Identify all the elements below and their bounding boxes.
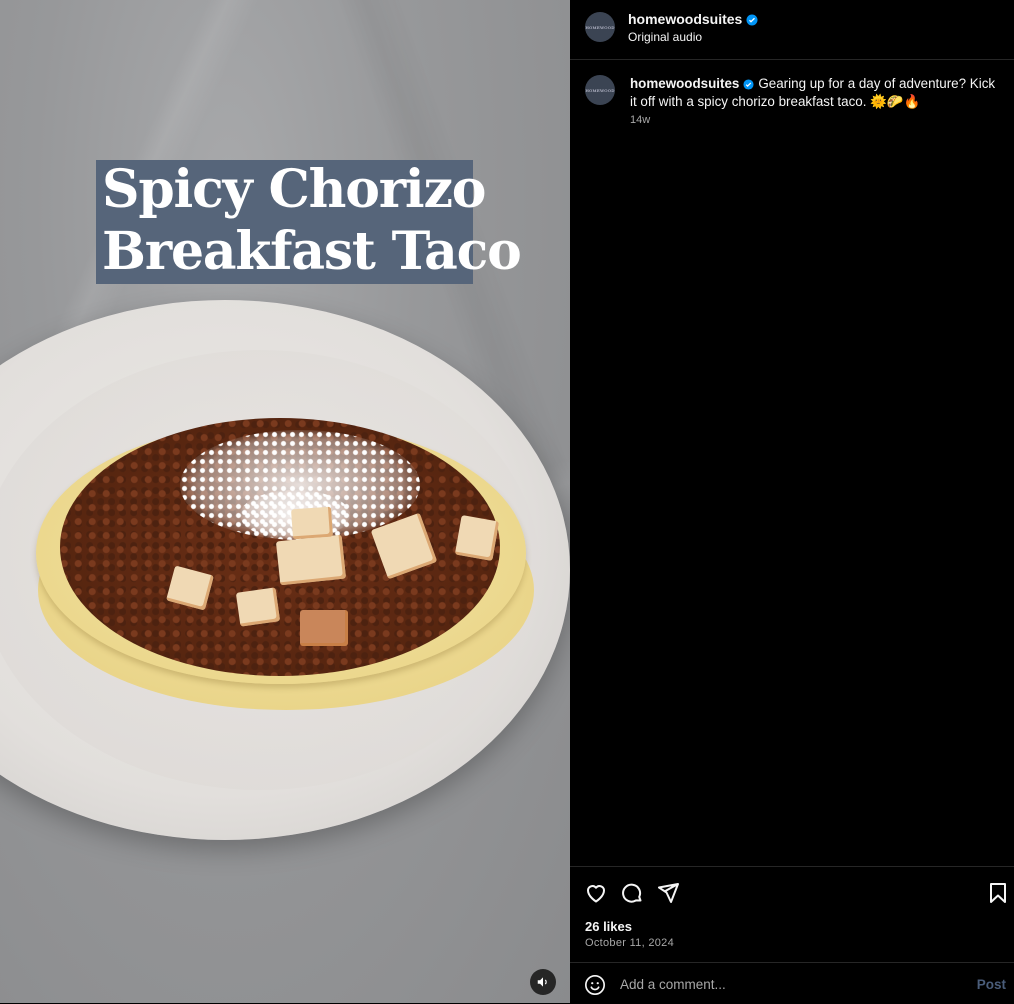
action-bar: 26 likes October 11, 2024: [570, 866, 1014, 963]
volume-button[interactable]: [530, 969, 556, 995]
video-title-line-1: Spicy Chorizo: [102, 159, 486, 220]
verified-badge-icon: [743, 79, 754, 90]
caption-avatar[interactable]: HOMEWOOD: [585, 75, 615, 105]
avatar[interactable]: HOMEWOOD: [585, 12, 615, 42]
egg-piece: [235, 587, 281, 627]
speaker-icon: [537, 977, 547, 987]
caption-timestamp[interactable]: 14w: [630, 114, 650, 126]
egg-piece: [291, 506, 333, 540]
post-comment-button[interactable]: Post: [977, 977, 1006, 992]
egg-piece: [300, 610, 348, 646]
egg-piece: [454, 515, 500, 561]
emoji-icon[interactable]: [584, 974, 606, 996]
egg-piece: [275, 534, 347, 586]
post-date: October 11, 2024: [585, 937, 674, 949]
avatar-logo-text: HOMEWOOD: [585, 87, 615, 93]
verified-badge-icon: [746, 14, 758, 26]
header-username-row: homewoodsuites: [628, 11, 758, 29]
audio-label[interactable]: Original audio: [628, 30, 702, 44]
caption: homewoodsuites Gearing up for a day of a…: [630, 75, 1000, 110]
video-title-overlay: Spicy Chorizo Breakfast Taco: [96, 159, 522, 284]
bookmark-icon[interactable]: [986, 881, 1010, 905]
header-username[interactable]: homewoodsuites: [628, 11, 742, 27]
post-media[interactable]: Spicy Chorizo Breakfast Taco: [0, 0, 570, 1003]
post-viewer: Spicy Chorizo Breakfast Taco HOMEWOOD ho…: [0, 0, 1014, 1003]
comment-bar: Add a comment... Post: [570, 962, 1014, 1004]
comment-icon[interactable]: [620, 881, 644, 905]
likes-count[interactable]: 26 likes: [585, 919, 632, 934]
caption-username[interactable]: homewoodsuites: [630, 76, 739, 91]
heart-icon[interactable]: [584, 881, 608, 905]
share-icon[interactable]: [656, 881, 680, 905]
comment-input[interactable]: Add a comment...: [620, 977, 726, 992]
avatar-logo-text: HOMEWOOD: [585, 24, 615, 30]
post-side-panel: HOMEWOOD homewoodsuites Original audio H…: [570, 0, 1014, 1003]
video-title-line-2: Breakfast Taco: [102, 221, 522, 282]
post-header: HOMEWOOD homewoodsuites Original audio: [570, 0, 1014, 60]
